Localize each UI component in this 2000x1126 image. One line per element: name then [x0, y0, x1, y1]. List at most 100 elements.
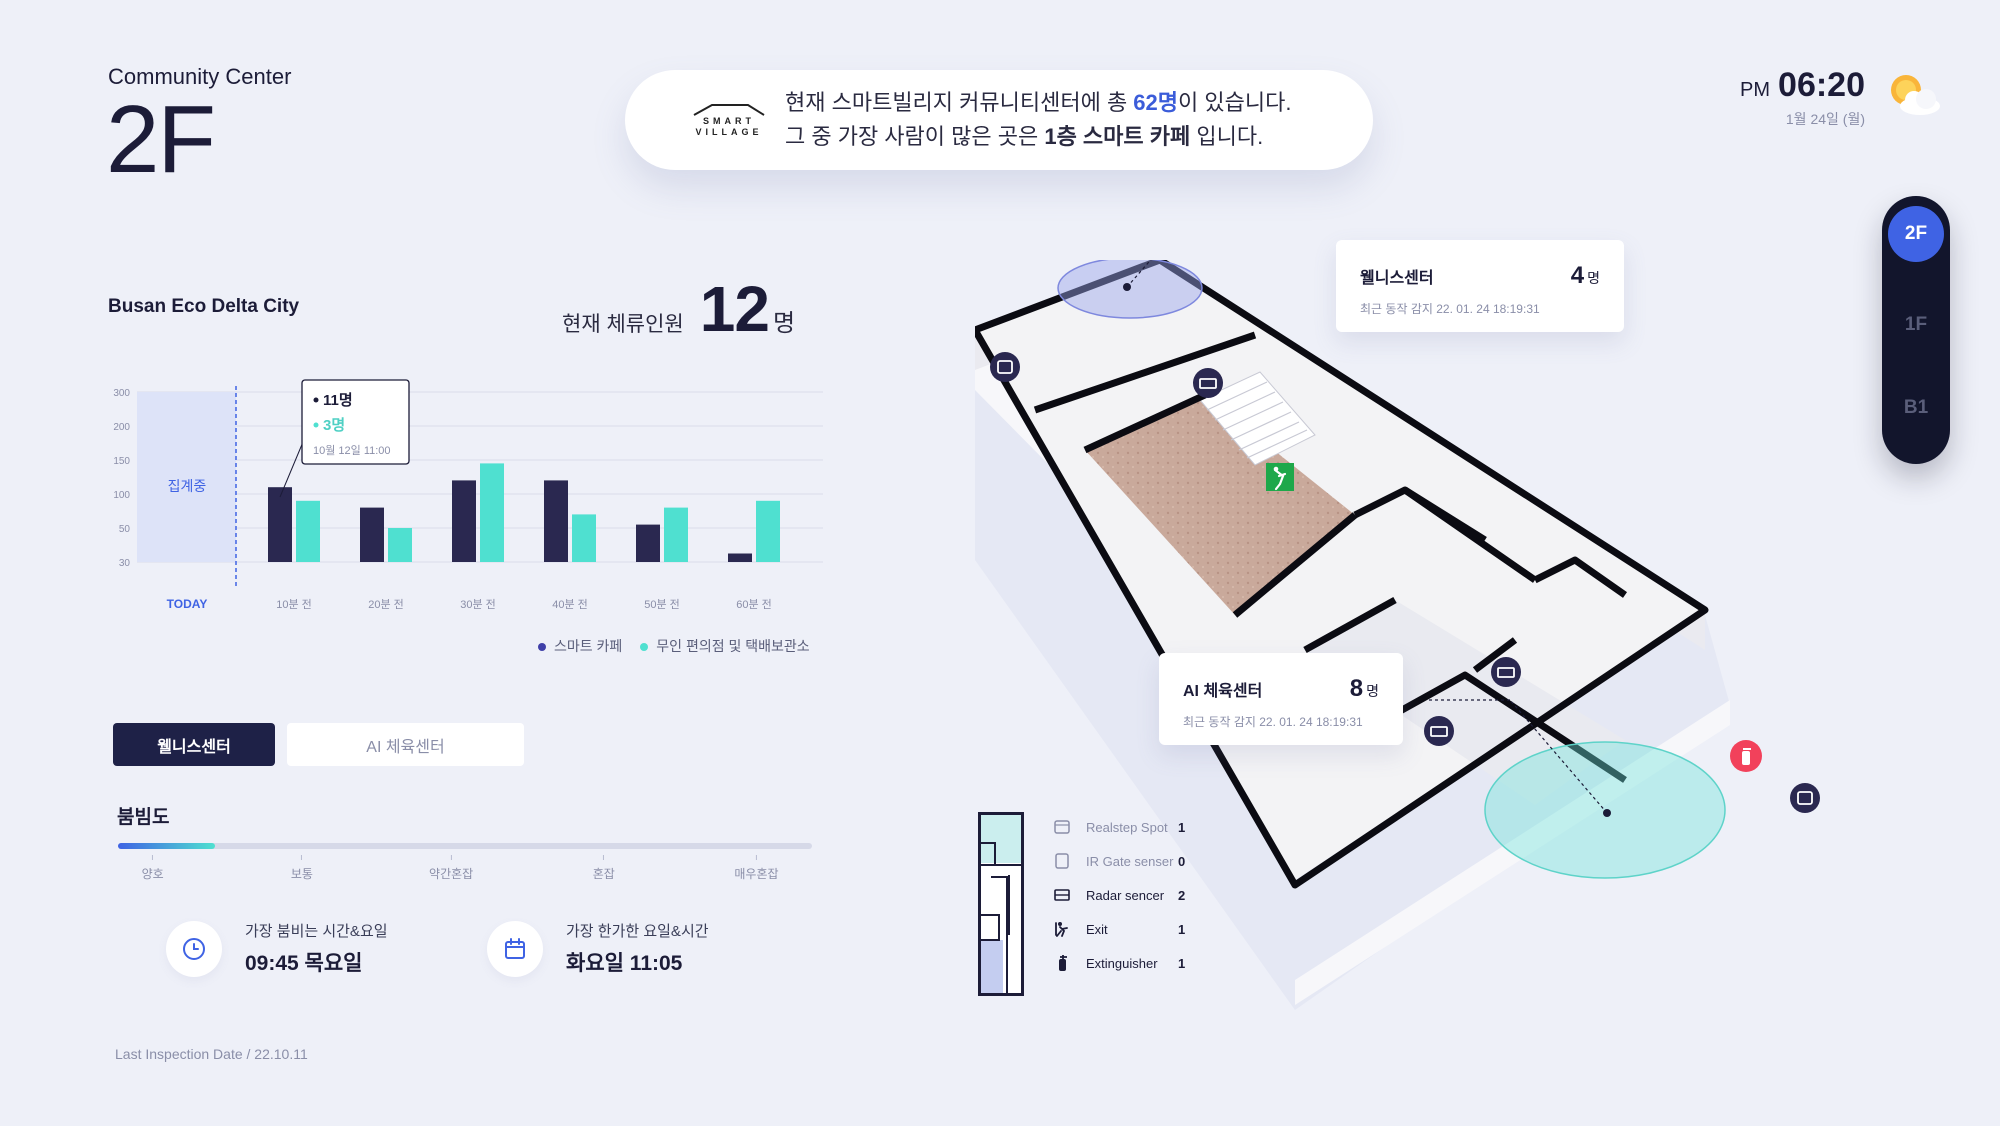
congestion-tick: 약간혼잡 — [429, 855, 473, 882]
y-tick-label: 200 — [113, 422, 130, 433]
device-legend-row: Realstep Spot 1 — [1052, 810, 1185, 844]
banner-line1-prefix: 현재 스마트빌리지 커뮤니티센터에 총 — [785, 90, 1134, 115]
clock-time: 06:20 — [1778, 66, 1865, 104]
realstep-sensor-marker[interactable] — [1790, 783, 1820, 813]
device-legend-row: IR Gate senser 0 — [1052, 844, 1185, 878]
room-count: 4명 — [1571, 262, 1600, 290]
bar-cafe[interactable] — [544, 480, 568, 562]
bar-cafe[interactable] — [360, 507, 384, 562]
device-legend-count: 1 — [1178, 819, 1186, 835]
clock-icon — [166, 920, 222, 977]
bar-cafe[interactable] — [452, 480, 476, 562]
smart-village-logo: SMART VILLAGE — [691, 102, 767, 138]
busiest-time-label: 가장 붐비는 시간&요일 — [245, 923, 388, 940]
legend-dot-store — [640, 643, 649, 652]
room-count-value: 4 — [1570, 262, 1585, 289]
occupancy-unit: 명 — [772, 310, 796, 337]
quietest-time-label: 가장 한가한 요일&시간 — [566, 923, 709, 940]
bar-store[interactable] — [296, 500, 320, 562]
tooltip-value-2: 3명 — [323, 416, 345, 434]
room-count: 8명 — [1350, 675, 1379, 703]
facility-tabs: 웰니스센터 AI 체육센터 — [113, 723, 524, 766]
x-tick-label: 40분 전 — [552, 598, 588, 611]
room-last-detected: 최근 동작 감지 22. 01. 24 18:19:31 — [1360, 302, 1540, 316]
quietest-time-value: 화요일 11:05 — [566, 952, 683, 975]
occupancy-value: 12 — [699, 273, 770, 345]
y-tick-label: 30 — [119, 558, 131, 569]
last-inspection-date: Last Inspection Date / 22.10.11 — [115, 1046, 308, 1062]
banner-busiest-place: 1층 스마트 카페 — [1044, 124, 1191, 149]
room-card-wellness[interactable]: 웰니스센터 4명 최근 동작 감지 22. 01. 24 18:19:31 — [1336, 240, 1624, 332]
bar-store[interactable] — [664, 507, 688, 562]
banner-line2-prefix: 그 중 가장 사람이 많은 곳은 — [785, 124, 1045, 149]
summary-banner: SMART VILLAGE 현재 스마트빌리지 커뮤니티센터에 총 62명이 있… — [625, 70, 1373, 170]
banner-total-count: 62명 — [1133, 90, 1179, 115]
tab-wellness-center[interactable]: 웰니스센터 — [113, 723, 275, 766]
bar-cafe[interactable] — [636, 524, 660, 562]
room-count-value: 8 — [1349, 675, 1364, 702]
extinguisher-icon — [1730, 740, 1762, 772]
device-legend-count: 2 — [1178, 887, 1186, 903]
current-floor: 2F — [106, 86, 216, 193]
tooltip-value-1: 11명 — [323, 391, 353, 409]
realstep-sensor-marker[interactable] — [990, 352, 1020, 382]
chart-legend: 스마트 카페 무인 편의점 및 택배보관소 — [538, 636, 810, 656]
congestion-level-fill — [118, 843, 216, 849]
occupancy-display: 현재 체류인원 12 명 — [562, 272, 795, 346]
banner-text: 현재 스마트빌리지 커뮤니티센터에 총 62명이 있습니다. 그 중 가장 사람… — [785, 86, 1291, 154]
extinguisher-icon — [1052, 955, 1072, 971]
bar-store[interactable] — [756, 500, 780, 562]
calendar-icon — [487, 920, 543, 977]
device-legend: Realstep Spot 1 IR Gate senser 0 Radar s… — [1052, 810, 1185, 980]
legend-item-cafe: 스마트 카페 — [538, 636, 622, 656]
radar-sensor-marker[interactable] — [1491, 657, 1521, 687]
legend-item-store: 무인 편의점 및 택배보관소 — [640, 636, 810, 656]
clock-date: 1월 24일 (월) — [1785, 111, 1865, 127]
tooltip-time: 10월 12일 11:00 — [313, 443, 391, 457]
banner-line1-suffix: 이 있습니다. — [1178, 90, 1292, 115]
device-legend-row: Exit 1 — [1052, 912, 1185, 946]
y-tick-label: 150 — [113, 456, 130, 467]
bar-store[interactable] — [480, 463, 504, 562]
x-tick-label: 20분 전 — [368, 598, 404, 611]
congestion-tick: 혼잡 — [593, 855, 615, 882]
clock-ampm: PM — [1740, 79, 1771, 101]
bar-store[interactable] — [388, 528, 412, 562]
exit-icon — [1052, 921, 1072, 937]
legend-label-cafe: 스마트 카페 — [554, 638, 623, 654]
realstep-icon — [1052, 819, 1072, 835]
bar-store[interactable] — [572, 514, 596, 562]
legend-dot-cafe — [538, 643, 546, 652]
congestion-tick: 양호 — [142, 855, 164, 882]
device-legend-name: Realstep Spot — [1086, 819, 1168, 835]
radar-icon — [1052, 887, 1072, 903]
legend-label-store: 무인 편의점 및 택배보관소 — [656, 638, 810, 654]
room-count-unit: 명 — [1366, 683, 1379, 699]
banner-line2-suffix: 입니다. — [1190, 124, 1264, 149]
y-tick-label: 100 — [113, 490, 130, 501]
logo-roof-icon — [693, 104, 765, 116]
logo-text-bottom: VILLAGE — [695, 127, 763, 137]
bar-cafe[interactable] — [268, 487, 292, 562]
tab-ai-sports-center[interactable]: AI 체육센터 — [287, 723, 524, 766]
congestion-tick: 보통 — [291, 855, 313, 882]
logo-text-top: SMART — [703, 116, 755, 126]
exit-icon — [1266, 463, 1294, 491]
occupancy-label: 현재 체류인원 — [562, 313, 684, 336]
y-tick-label: 300 — [113, 388, 130, 399]
device-legend-row: Extinguisher 1 — [1052, 946, 1185, 980]
bar-cafe[interactable] — [728, 553, 752, 563]
city-name: Busan Eco Delta City — [108, 296, 300, 317]
x-tick-label: 60분 전 — [736, 598, 772, 611]
floor-button-2f[interactable]: 2F — [1888, 206, 1944, 262]
room-last-detected: 최근 동작 감지 22. 01. 24 18:19:31 — [1183, 715, 1363, 729]
room-count-unit: 명 — [1587, 270, 1600, 286]
quietest-time-card: 가장 한가한 요일&시간 화요일 11:05 — [487, 920, 709, 977]
radar-sensor-marker[interactable] — [1424, 716, 1454, 746]
y-tick-label: 50 — [119, 524, 131, 535]
minimap[interactable] — [978, 812, 1024, 996]
chart-tooltip: 11명 3명 10월 12일 11:00 — [301, 379, 410, 465]
congestion-scale: 양호 보통 약간혼잡 혼잡 매우혼잡 — [118, 855, 812, 891]
room-card-ai-sports[interactable]: AI 체육센터 8명 최근 동작 감지 22. 01. 24 18:19:31 — [1159, 653, 1403, 745]
radar-sensor-marker[interactable] — [1193, 368, 1223, 398]
